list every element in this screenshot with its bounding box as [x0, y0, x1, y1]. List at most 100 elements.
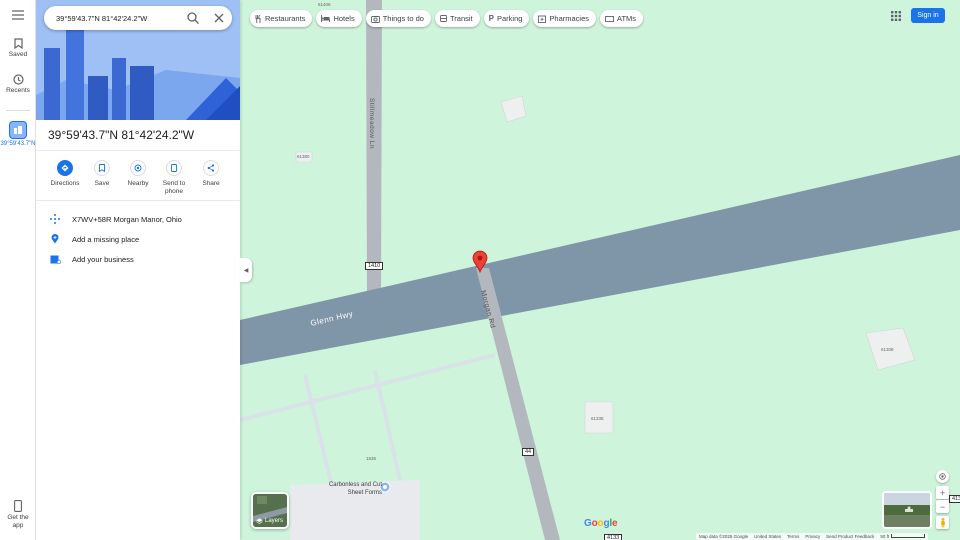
recents-label: Recents — [6, 87, 30, 94]
zoom-in-button[interactable]: + — [936, 486, 949, 499]
chip-hotels-label: Hotels — [333, 14, 355, 23]
parking-icon: P — [488, 14, 494, 23]
layers-button[interactable]: Layers — [251, 492, 289, 529]
search-input[interactable] — [56, 11, 186, 25]
add-business-row[interactable]: Add your business — [48, 252, 236, 266]
bookmark-icon — [13, 38, 23, 49]
recent-place-item[interactable]: 39°59'43.7"N — [0, 121, 36, 148]
menu-button[interactable] — [0, 10, 36, 22]
get-app-button[interactable]: Get the app — [0, 500, 36, 530]
add-business-label: Add your business — [72, 254, 134, 264]
street-view-preview[interactable] — [882, 491, 932, 529]
share-label: Share — [202, 180, 220, 187]
left-rail: Saved Recents 39°59'43.7"N Get the app — [0, 0, 36, 540]
camera-icon — [370, 15, 380, 23]
save-button[interactable]: Save — [82, 160, 122, 187]
scale-label: 50 ft — [880, 534, 890, 539]
nearby-icon — [134, 164, 142, 172]
layers-icon — [256, 518, 263, 524]
add-missing-place-label: Add a missing place — [72, 234, 140, 244]
parcel-label: 61380 — [297, 154, 310, 159]
sign-in-button[interactable]: Sign in — [911, 8, 945, 23]
collapse-panel-button[interactable]: ◀ — [240, 258, 252, 282]
scale-bar — [891, 534, 926, 538]
nearby-label: Nearby — [127, 180, 149, 187]
hotel-icon — [321, 15, 331, 22]
recent-place-label: 39°59'43.7"N — [0, 141, 36, 147]
my-location-button[interactable] — [936, 470, 949, 483]
country-link[interactable]: United States — [754, 534, 781, 539]
share-icon — [207, 164, 215, 172]
saved-label: Saved — [8, 51, 28, 58]
pegman-button[interactable] — [936, 516, 949, 529]
search-box — [44, 6, 232, 30]
saved-button[interactable]: Saved — [0, 38, 36, 58]
chip-parking[interactable]: P Parking — [483, 10, 530, 27]
phone-icon — [171, 164, 177, 172]
plus-icon: + — [939, 487, 946, 498]
chip-atms[interactable]: ATMs — [600, 10, 644, 27]
bookmark-icon — [99, 164, 105, 172]
parcel-label: 61406 — [318, 2, 331, 7]
apps-grid-icon[interactable] — [889, 9, 903, 23]
stillmeadow-road — [366, 0, 382, 300]
history-icon — [12, 74, 24, 85]
chip-things-to-do-label: Things to do — [382, 14, 424, 23]
route-shield-4133: 4133 — [604, 534, 623, 540]
recent-place-thumbnail — [9, 121, 27, 139]
terms-link[interactable]: Terms — [787, 534, 799, 539]
chip-pharmacies-label: Pharmacies — [549, 14, 590, 23]
plus-code-icon — [50, 214, 60, 224]
chip-restaurants-label: Restaurants — [265, 14, 306, 23]
map-data-attribution[interactable]: Map data ©2025 Google — [699, 534, 748, 539]
add-place-icon — [51, 234, 59, 244]
phone-icon — [14, 500, 22, 512]
place-title: 39°59'43.7"N 81°42'24.2"W — [48, 128, 195, 142]
directions-label: Directions — [50, 180, 80, 187]
chevron-left-icon: ◀ — [243, 267, 249, 274]
stillmeadow-label: Stillmeadow Ln — [368, 97, 376, 150]
menu-icon — [12, 10, 24, 20]
route-shield-1410: 1410 — [365, 262, 384, 270]
share-button[interactable]: Share — [191, 160, 231, 187]
feedback-link[interactable]: Send Product Feedback — [826, 534, 874, 539]
privacy-link[interactable]: Privacy — [805, 534, 820, 539]
recents-button[interactable]: Recents — [0, 74, 36, 94]
pharmacy-icon — [538, 15, 547, 23]
directions-button[interactable]: Directions — [45, 160, 85, 187]
category-chips: Restaurants Hotels Things to do Transit … — [250, 10, 644, 27]
chip-transit[interactable]: Transit — [434, 10, 480, 27]
get-app-label: Get the app — [7, 514, 29, 529]
parcel-label: 1836 — [366, 456, 377, 461]
directions-icon — [61, 164, 69, 172]
panel-divider — [36, 200, 240, 201]
chip-parking-label: Parking — [496, 14, 523, 23]
parcel-label: 61338 — [591, 416, 604, 421]
chip-hotels[interactable]: Hotels — [316, 10, 362, 27]
plus-code-text: X7WV+58R Morgan Manor, Ohio — [72, 214, 182, 224]
atm-icon — [605, 15, 614, 22]
chip-atms-label: ATMs — [617, 14, 637, 23]
google-logo: Google — [584, 518, 618, 529]
poi-label[interactable]: Carbonless and Cut Sheet Forms — [324, 481, 382, 497]
close-icon[interactable] — [212, 11, 226, 25]
zoom-out-button[interactable]: − — [936, 500, 949, 513]
place-panel: 39°59'43.7"N 81°42'24.2"W Directions Sav… — [36, 0, 240, 540]
layers-label: Layers — [265, 518, 284, 524]
chip-things-to-do[interactable]: Things to do — [365, 10, 431, 27]
my-location-icon — [939, 473, 946, 480]
chip-pharmacies[interactable]: Pharmacies — [533, 10, 597, 27]
scale-indicator[interactable]: 50 ft — [880, 534, 926, 539]
add-business-icon — [50, 255, 61, 264]
chip-restaurants[interactable]: Restaurants — [250, 10, 313, 27]
save-label: Save — [94, 180, 110, 187]
add-missing-place-row[interactable]: Add a missing place — [48, 232, 236, 246]
nearby-button[interactable]: Nearby — [118, 160, 158, 187]
panel-divider — [36, 150, 240, 151]
transit-icon — [440, 14, 447, 22]
plus-code-row[interactable]: X7WV+58R Morgan Manor, Ohio — [48, 212, 236, 226]
search-icon[interactable] — [186, 11, 200, 25]
send-to-phone-button[interactable]: Send to phone — [154, 160, 194, 196]
route-shield-413: 413 — [949, 495, 960, 503]
building-icon — [14, 126, 22, 134]
